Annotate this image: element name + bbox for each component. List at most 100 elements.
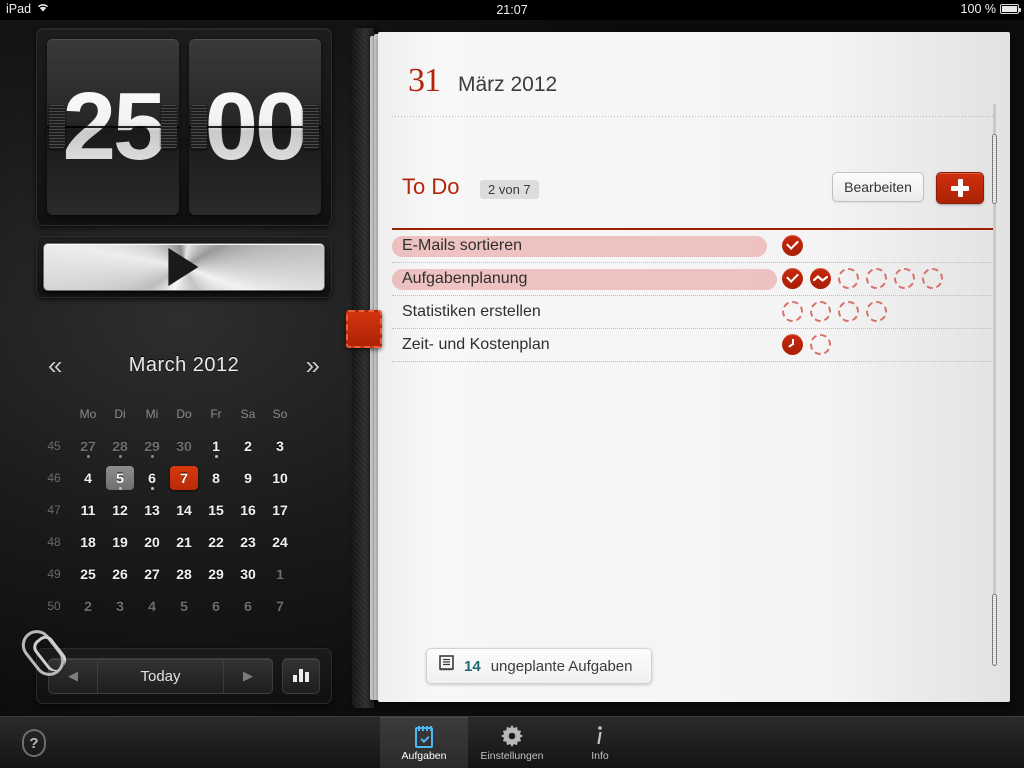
calendar-day-cell[interactable]: 8 [200, 466, 232, 490]
calendar-day-cell[interactable]: 7 [264, 594, 296, 618]
calendar-day-number: 30 [240, 566, 256, 582]
calendar-week-number: 46 [47, 471, 61, 485]
calendar-day-cell[interactable]: 15 [200, 498, 232, 522]
calendar-day-cell[interactable]: 3 [264, 434, 296, 458]
calendar-day-number: 15 [208, 502, 224, 518]
pomodoro-indicators [782, 334, 831, 355]
check-icon [786, 237, 799, 250]
calendar-next-month-button[interactable]: » [306, 350, 320, 380]
calendar-day-cell[interactable]: 6 [232, 594, 264, 618]
calendar-day-cell[interactable]: 26 [104, 562, 136, 586]
pomodoro-empty-icon[interactable] [894, 268, 915, 289]
calendar-day-cell[interactable]: 27 [72, 434, 104, 458]
calendar-day-cell[interactable]: 18 [72, 530, 104, 554]
page-scrollbar-thumb-top[interactable] [992, 134, 997, 204]
calendar-day-cell[interactable]: 7 [168, 466, 200, 490]
pomodoro-done-icon[interactable] [782, 268, 803, 289]
pomodoro-empty-icon[interactable] [782, 301, 803, 322]
calendar-day-cell[interactable]: 13 [136, 498, 168, 522]
timer-control-bezel [36, 236, 332, 298]
calendar-day-cell[interactable]: 12 [104, 498, 136, 522]
pomodoro-running-clock-icon[interactable] [782, 334, 803, 355]
edit-button[interactable]: Bearbeiten [832, 172, 924, 202]
calendar-day-cell[interactable]: 17 [264, 498, 296, 522]
calendar-day-number: 8 [212, 470, 220, 486]
today-button[interactable]: Today [97, 659, 224, 693]
unplanned-tasks-button[interactable]: 14 ungeplante Aufgaben [426, 648, 652, 684]
zigzag-icon [813, 275, 828, 282]
task-label: Zeit- und Kostenplan [402, 336, 550, 353]
bookmark-tab[interactable] [346, 310, 382, 348]
pomodoro-empty-icon[interactable] [810, 334, 831, 355]
calendar-day-cell[interactable]: 20 [136, 530, 168, 554]
calendar-day-number: 5 [180, 598, 188, 614]
calendar-day-cell[interactable]: 1 [200, 434, 232, 458]
calendar-day-number: 30 [176, 438, 192, 454]
todo-progress-badge: 2 von 7 [480, 180, 539, 199]
calendar-day-cell[interactable]: 4 [72, 466, 104, 490]
battery-percent-label: 100 % [960, 2, 996, 16]
calendar-day-cell[interactable]: 28 [104, 434, 136, 458]
battery-icon [1000, 4, 1021, 14]
calendar-day-cell[interactable]: 19 [104, 530, 136, 554]
pomodoro-empty-icon[interactable] [866, 301, 887, 322]
calendar-day-cell[interactable]: 6 [136, 466, 168, 490]
calendar-day-cell[interactable]: 10 [264, 466, 296, 490]
calendar-day-cell[interactable]: 16 [232, 498, 264, 522]
calendar-day-cell[interactable]: 9 [232, 466, 264, 490]
calendar-day-cell[interactable]: 24 [264, 530, 296, 554]
status-bar: iPad 21:07 100 % [0, 0, 1024, 20]
calendar-day-cell[interactable]: 5 [168, 594, 200, 618]
calendar-day-cell[interactable]: 11 [72, 498, 104, 522]
tab-einstellungen[interactable]: Einstellungen [468, 717, 556, 768]
calendar-day-cell[interactable]: 27 [136, 562, 168, 586]
calendar-day-cell[interactable]: 2 [72, 594, 104, 618]
pomodoro-empty-icon[interactable] [922, 268, 943, 289]
pomodoro-empty-icon[interactable] [810, 301, 831, 322]
tab-info[interactable]: Info [556, 717, 644, 768]
todo-section-header: To Do 2 von 7 Bearbeiten [402, 172, 990, 212]
pomodoro-empty-icon[interactable] [838, 301, 859, 322]
pomodoro-done-icon[interactable] [782, 235, 803, 256]
calendar-day-number: 6 [212, 598, 220, 614]
statistics-button[interactable] [282, 658, 320, 694]
task-row[interactable]: Aufgabenplanung [392, 263, 996, 296]
pomodoro-empty-icon[interactable] [838, 268, 859, 289]
pomodoro-active-icon[interactable] [810, 268, 831, 289]
calendar-day-cell[interactable]: 6 [200, 594, 232, 618]
calendar-day-cell[interactable]: 1 [264, 562, 296, 586]
date-next-button[interactable]: ▶ [224, 659, 272, 693]
start-timer-button[interactable] [43, 243, 325, 291]
calendar-day-cell[interactable]: 2 [232, 434, 264, 458]
add-task-button[interactable] [936, 172, 984, 204]
calendar-day-cell[interactable]: 23 [232, 530, 264, 554]
calendar-day-number: 17 [272, 502, 288, 518]
pomodoro-timer-display: 25 00 [36, 28, 332, 226]
calendar-day-number: 12 [112, 502, 128, 518]
calendar-weekday-sa: Sa [240, 407, 256, 421]
calendar-day-cell[interactable]: 30 [232, 562, 264, 586]
calendar-day-cell[interactable]: 30 [168, 434, 200, 458]
tab-aufgaben[interactable]: Aufgaben [380, 717, 468, 768]
calendar-day-cell[interactable]: 21 [168, 530, 200, 554]
pomodoro-empty-icon[interactable] [866, 268, 887, 289]
calendar-day-cell[interactable]: 28 [168, 562, 200, 586]
task-row[interactable]: Statistiken erstellen [392, 296, 996, 329]
calendar-week-row: 47 11 12 13 14 15 16 17 [36, 494, 332, 526]
gear-icon [501, 724, 523, 748]
task-row[interactable]: Zeit- und Kostenplan [392, 329, 996, 362]
calendar-day-cell[interactable]: 29 [136, 434, 168, 458]
calendar-day-cell[interactable]: 25 [72, 562, 104, 586]
calendar-day-cell[interactable]: 4 [136, 594, 168, 618]
task-row[interactable]: E-Mails sortieren [392, 230, 996, 263]
calendar-day-cell[interactable]: 29 [200, 562, 232, 586]
calendar-month-title: March 2012 [128, 354, 240, 376]
calendar-week-row: 46 4 5 6 7 8 9 10 [36, 462, 332, 494]
calendar-week-number: 48 [47, 535, 61, 549]
calendar-day-cell[interactable]: 5 [104, 466, 136, 490]
calendar-day-cell[interactable]: 3 [104, 594, 136, 618]
task-label: Statistiken erstellen [402, 303, 541, 320]
page-scrollbar-thumb-bottom[interactable] [992, 594, 997, 666]
calendar-day-cell[interactable]: 22 [200, 530, 232, 554]
calendar-day-cell[interactable]: 14 [168, 498, 200, 522]
